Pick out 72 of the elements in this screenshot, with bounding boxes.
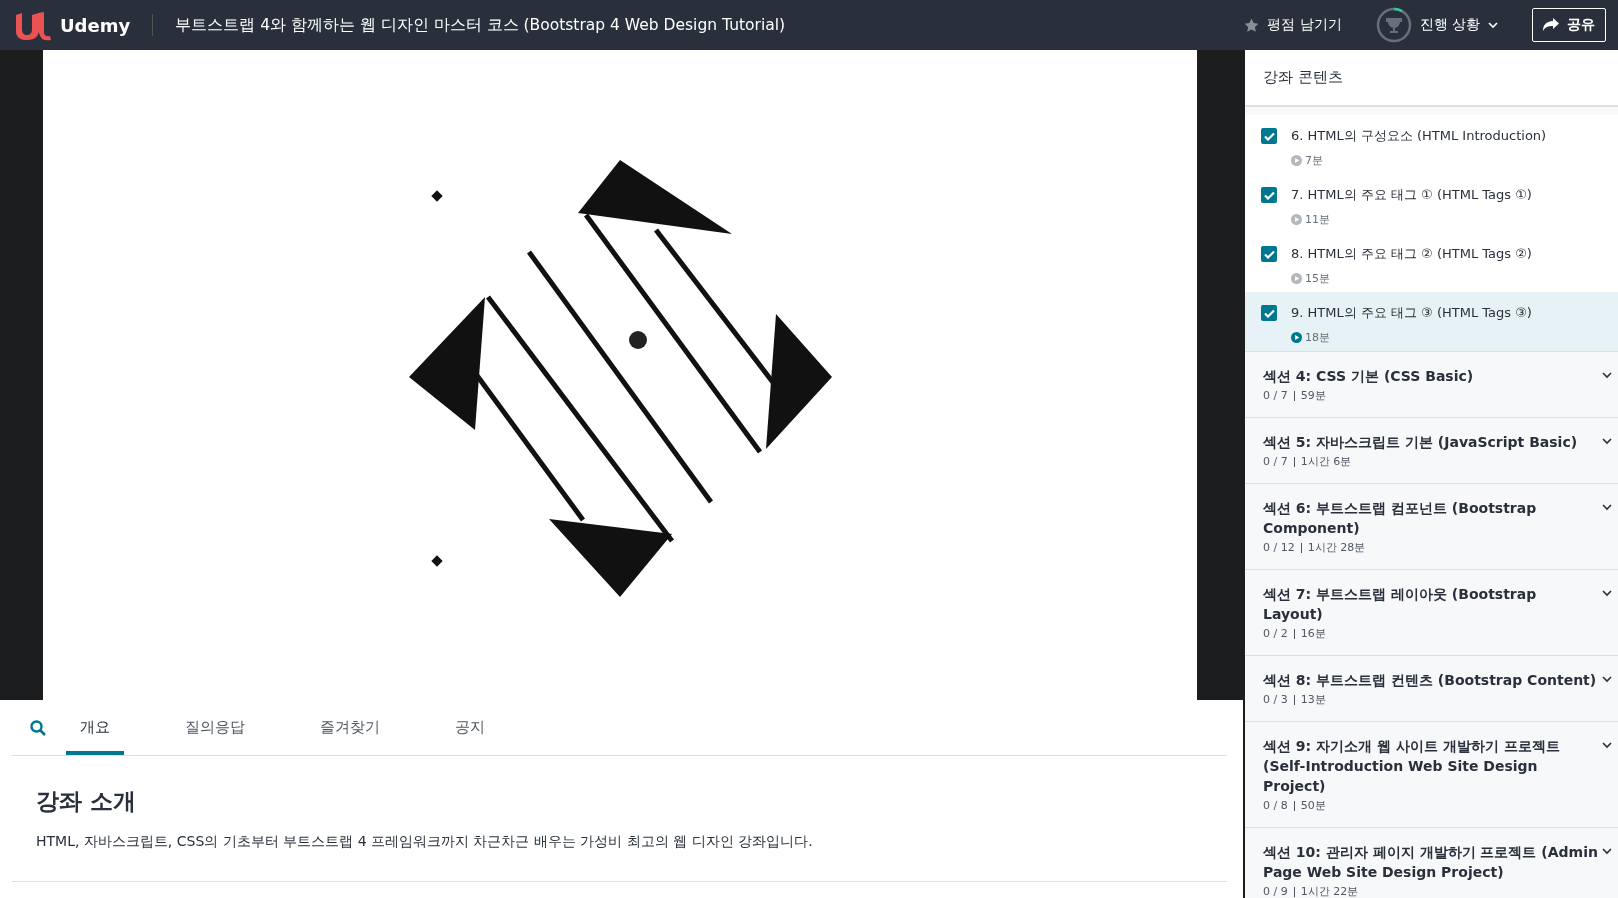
section-item[interactable]: 섹션 9: 자기소개 웹 사이트 개발하기 프로젝트 (Self-Introduction Web Site Design Project) 0 / 8 50분 xyxy=(1245,721,1618,827)
section-title: 섹션 5: 자바스크립트 기본 (JavaScript Basic) xyxy=(1263,433,1578,452)
lecture-duration: 15분 xyxy=(1305,271,1330,286)
chevron-down-icon xyxy=(1602,742,1612,749)
section-item[interactable]: 섹션 4: CSS 기본 (CSS Basic) 0 / 7 59분 xyxy=(1245,351,1618,417)
section-item[interactable]: 섹션 8: 부트스트랩 컨텐츠 (Bootstrap Content) 0 / 3 13분 xyxy=(1245,655,1618,721)
section-title: 섹션 9: 자기소개 웹 사이트 개발하기 프로젝트 (Self-Introduction Web Site Design Project) xyxy=(1263,737,1561,796)
lecture-title: 6. HTML의 구성요소 (HTML Introduction) xyxy=(1291,127,1547,145)
section-title: 섹션 4: CSS 기본 (CSS Basic) xyxy=(1263,367,1474,386)
chevron-down-icon xyxy=(1602,504,1612,511)
lecture-count: 0 / 2 xyxy=(1263,628,1295,639)
search-icon[interactable] xyxy=(30,719,46,736)
lecture-duration: 7분 xyxy=(1305,153,1323,168)
section-item[interactable]: 섹션 6: 부트스트랩 컴포넌트 (Bootstrap Component) 0 / 12 1시간 28분 xyxy=(1245,483,1618,569)
rate-button[interactable]: 평점 남기기 xyxy=(1244,16,1342,34)
play-icon xyxy=(1291,273,1302,284)
section-title: 섹션 6: 부트스트랩 컴포넌트 (Bootstrap Component) xyxy=(1263,499,1538,538)
lecture-title: 9. HTML의 주요 태그 ③ (HTML Tags ③) xyxy=(1291,304,1532,322)
checkbox[interactable] xyxy=(1261,246,1277,262)
lecture-count: 0 / 7 xyxy=(1263,390,1295,401)
lecture-count: 0 / 3 xyxy=(1263,694,1295,705)
section-duration: 13분 xyxy=(1300,692,1326,707)
lecture-item[interactable]: 7. HTML의 주요 태그 ① (HTML Tags ①) 11분 xyxy=(1245,174,1618,233)
logo-text: Udemy xyxy=(60,14,131,36)
section-duration: 16분 xyxy=(1300,626,1326,641)
course-description: HTML, 자바스크립트, CSS의 기초부터 부트스트랩 4 프레임워크까지 차근차근 배우는 가성비 최고의 웹 디자인 강좌입니다. xyxy=(36,833,814,851)
play-icon xyxy=(1291,332,1302,343)
lecture-count: 0 / 8 xyxy=(1263,800,1295,811)
section-duration: 59분 xyxy=(1300,388,1326,403)
section-duration: 50분 xyxy=(1300,798,1326,813)
chevron-down-icon xyxy=(1602,848,1612,855)
lecture-title: 8. HTML의 주요 태그 ② (HTML Tags ②) xyxy=(1291,245,1532,263)
section-title: 섹션 8: 부트스트랩 컨텐츠 (Bootstrap Content) xyxy=(1263,671,1597,690)
section-duration: 1시간 22분 xyxy=(1300,884,1359,898)
play-icon xyxy=(1291,155,1302,166)
tab[interactable]: 질의응답 xyxy=(171,700,259,755)
chevron-down-icon xyxy=(1602,590,1612,597)
section-duration: 1시간 6분 xyxy=(1300,454,1352,469)
section-heading: 강좌 소개 xyxy=(36,787,137,816)
section-item[interactable]: 섹션 10: 관리자 페이지 개발하기 프로젝트 (Admin Page Web Site Design Project) 0 / 9 1시간 22분 xyxy=(1245,827,1618,898)
checkbox[interactable] xyxy=(1261,128,1277,144)
chevron-down-icon xyxy=(1602,438,1612,445)
lecture-item[interactable]: 9. HTML의 주요 태그 ③ (HTML Tags ③) 18분 xyxy=(1245,292,1618,351)
tab[interactable]: 개요 xyxy=(66,700,124,755)
star-icon xyxy=(1244,17,1260,33)
play-icon xyxy=(1291,214,1302,225)
share-button[interactable]: 공유 xyxy=(1532,8,1606,42)
lecture-duration: 18분 xyxy=(1305,330,1330,345)
section-item[interactable]: 섹션 5: 자바스크립트 기본 (JavaScript Basic) 0 / 7 1시간 6분 xyxy=(1245,417,1618,483)
trophy-progress-icon xyxy=(1375,7,1412,43)
checkbox[interactable] xyxy=(1261,305,1277,321)
chevron-down-icon xyxy=(1602,372,1612,379)
lecture-title: 7. HTML의 주요 태그 ① (HTML Tags ①) xyxy=(1291,186,1532,204)
lecture-item[interactable]: 6. HTML의 구성요소 (HTML Introduction) 7분 xyxy=(1245,115,1618,174)
lecture-item[interactable]: 8. HTML의 주요 태그 ② (HTML Tags ②) 15분 xyxy=(1245,233,1618,292)
sidebar-title: 강좌 콘텐츠 xyxy=(1245,50,1618,107)
progress-button[interactable]: 진행 상황 xyxy=(1375,7,1498,43)
tab[interactable]: 즐겨찾기 xyxy=(306,700,394,755)
share-arrow-icon xyxy=(1543,18,1559,32)
lecture-count: 0 / 9 xyxy=(1263,886,1295,897)
tab[interactable]: 공지 xyxy=(441,700,499,755)
section-duration: 1시간 28분 xyxy=(1307,540,1366,555)
chevron-down-icon xyxy=(1488,21,1498,29)
lecture-duration: 11분 xyxy=(1305,212,1330,227)
chevron-down-icon xyxy=(1602,676,1612,683)
checkbox[interactable] xyxy=(1261,187,1277,203)
section-title: 섹션 10: 관리자 페이지 개발하기 프로젝트 (Admin Page Web Site Design Project) xyxy=(1263,843,1598,882)
lecture-count: 0 / 12 xyxy=(1263,542,1302,553)
lecture-count: 0 / 7 xyxy=(1263,456,1295,467)
course-title: 부트스트랩 4와 함께하는 웹 디자인 마스터 코스 (Bootstrap 4 Web Design Tutorial) xyxy=(175,14,787,36)
section-item[interactable]: 섹션 7: 부트스트랩 레이아웃 (Bootstrap Layout) 0 / 2 16분 xyxy=(1245,569,1618,655)
section-title: 섹션 7: 부트스트랩 레이아웃 (Bootstrap Layout) xyxy=(1263,585,1538,624)
